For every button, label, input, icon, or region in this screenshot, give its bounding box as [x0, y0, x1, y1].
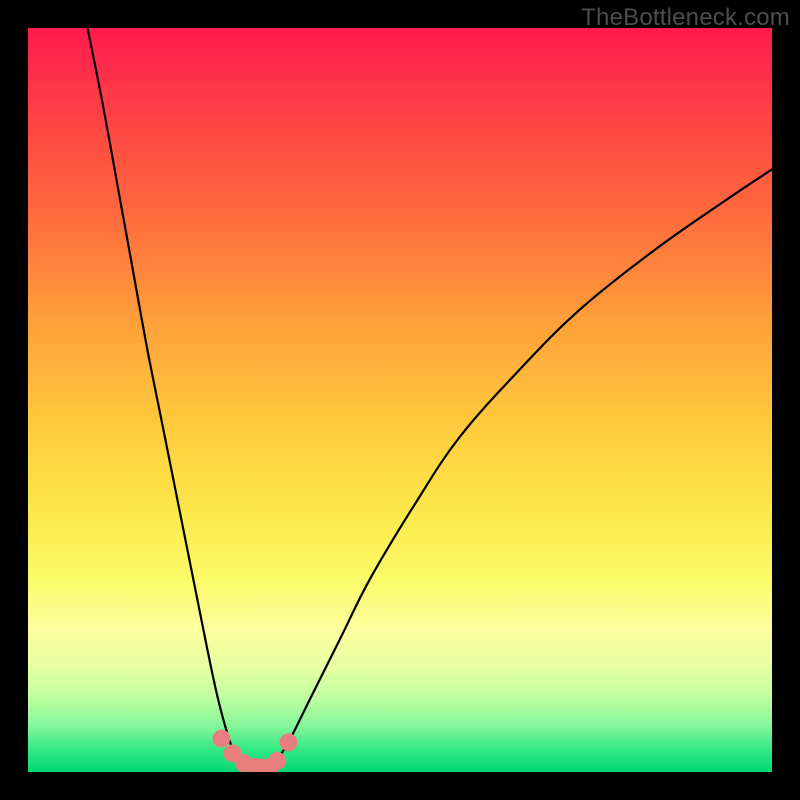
bottleneck-curve	[88, 28, 772, 770]
chart-plot-area	[28, 28, 772, 772]
valley-marker	[279, 733, 297, 751]
valley-marker	[213, 730, 231, 748]
chart-frame: TheBottleneck.com	[0, 0, 800, 800]
valley-marker	[268, 752, 286, 770]
chart-svg	[28, 28, 772, 772]
